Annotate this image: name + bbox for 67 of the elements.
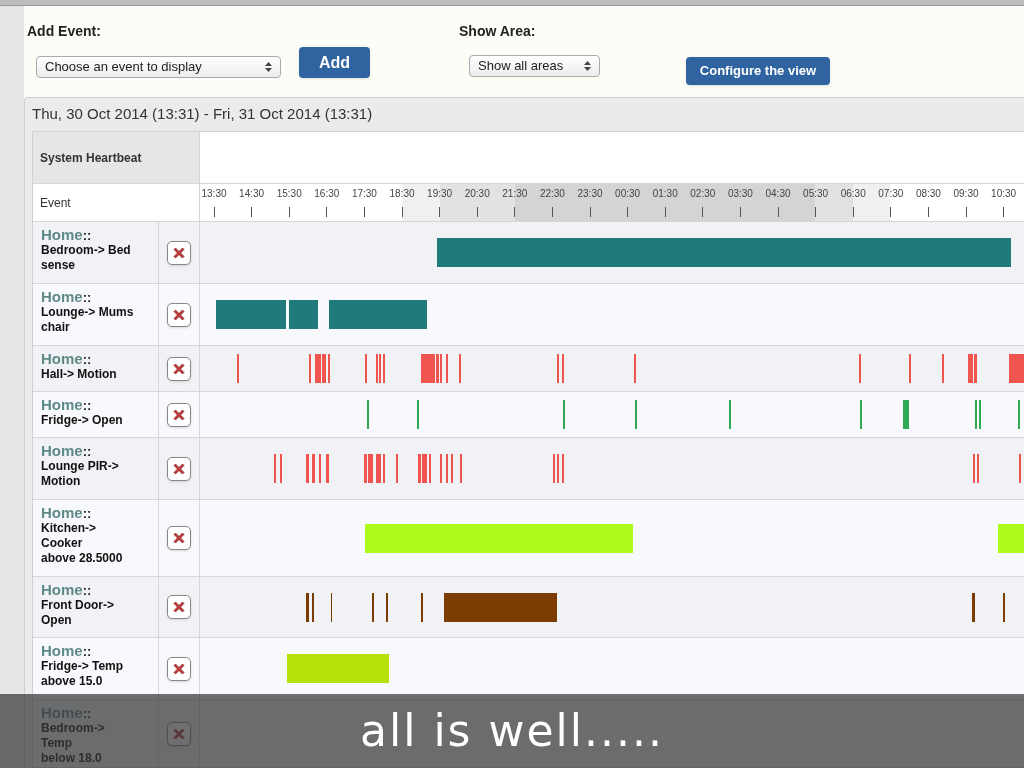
time-label: 21:30 <box>502 187 528 201</box>
area-name: Home:: <box>41 443 93 459</box>
event-name: Lounge PIR-> Motion <box>41 459 120 489</box>
close-icon <box>172 461 186 476</box>
time-label: 14:30 <box>239 187 265 201</box>
remove-event-button[interactable] <box>167 595 191 619</box>
time-label: 20:30 <box>464 187 490 201</box>
event-name: Fridge-> Temp above 15.0 <box>41 659 125 689</box>
area-name: Home:: <box>41 289 93 305</box>
add-button[interactable]: Add <box>299 47 370 78</box>
time-label: 03:30 <box>727 187 753 201</box>
close-icon <box>172 307 186 322</box>
close-icon <box>172 407 186 422</box>
updown-arrows-icon <box>584 61 591 71</box>
remove-event-button[interactable] <box>167 456 191 481</box>
time-label: 19:30 <box>427 187 453 201</box>
time-label: 17:30 <box>351 187 377 201</box>
event-name: Fridge-> Open <box>41 413 124 428</box>
time-label: 01:30 <box>652 187 678 201</box>
time-label: 02:30 <box>690 187 716 201</box>
remove-event-button[interactable] <box>167 302 191 327</box>
time-label: 22:30 <box>539 187 565 201</box>
event-name: Hall-> Motion <box>41 367 118 382</box>
close-icon <box>172 661 186 676</box>
date-range-title: Thu, 30 Oct 2014 (13:31) - Fri, 31 Oct 2014 (13:31) <box>32 104 373 125</box>
event-name: Front Door-> Open <box>41 598 115 628</box>
area-name: Home:: <box>41 351 93 367</box>
time-label: 09:30 <box>953 187 979 201</box>
time-label: 23:30 <box>577 187 603 201</box>
dropdown-select[interactable]: Choose an event to display <box>36 55 281 78</box>
remove-event-button[interactable] <box>167 526 191 550</box>
area-name: Home:: <box>41 505 93 521</box>
show-area-label: Show Area: <box>459 22 537 41</box>
event-name: Bedroom-> Temp below 18.0 <box>41 721 106 766</box>
remove-event-button[interactable] <box>167 240 191 265</box>
close-icon <box>172 600 186 614</box>
area-name: Home:: <box>41 397 93 413</box>
area-name: Home:: <box>41 227 93 243</box>
time-label: 18:30 <box>389 187 415 201</box>
area-name: Home:: <box>41 582 93 598</box>
time-label: 06:30 <box>840 187 866 201</box>
add-event-label: Add Event: <box>27 22 102 41</box>
remove-event-button[interactable] <box>167 356 191 381</box>
time-label: 07:30 <box>878 187 904 201</box>
time-label: 15:30 <box>276 187 302 201</box>
updown-arrows-icon <box>265 61 272 72</box>
close-icon <box>172 361 186 376</box>
time-label: 04:30 <box>765 187 791 201</box>
time-label: 16:30 <box>314 187 340 201</box>
caption-text: all is well..... <box>360 704 664 758</box>
event-name: Lounge-> Mums chair <box>41 305 135 335</box>
time-label: 05:30 <box>803 187 829 201</box>
close-icon <box>172 245 186 260</box>
event-name: Bedroom-> Bed sense <box>41 243 132 273</box>
time-label: 10:30 <box>991 187 1017 201</box>
time-label: 08:30 <box>915 187 941 201</box>
close-icon <box>172 531 186 545</box>
heartbeat-label: System Heartbeat <box>40 149 142 167</box>
event-name: Kitchen-> Cooker above 28.5000 <box>41 521 124 566</box>
event-column-header: Event <box>40 194 71 212</box>
area-name: Home:: <box>41 643 93 659</box>
remove-event-button[interactable] <box>167 402 191 427</box>
time-label: 00:30 <box>615 187 641 201</box>
time-label: 13:30 <box>201 187 227 201</box>
remove-event-button[interactable] <box>167 656 191 681</box>
dropdown-select[interactable]: Show all areas <box>469 55 600 77</box>
configure-view-button[interactable]: Configure the view <box>686 57 830 85</box>
